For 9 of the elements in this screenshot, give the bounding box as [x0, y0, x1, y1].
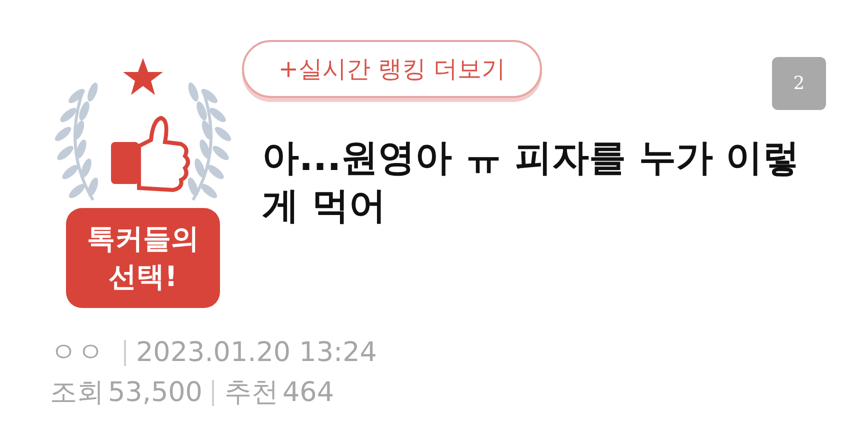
post-title: 아...원영아 ㅠ 피자를 누가 이렇게 먹어 — [262, 135, 801, 229]
author-name: ㅇㅇ — [50, 336, 104, 370]
likes-label: 추천 — [224, 376, 278, 410]
page-number: 2 — [772, 57, 826, 110]
likes-count: 464 — [282, 376, 334, 410]
post-date: 2023.01.20 13:24 — [136, 336, 377, 370]
views-label: 조회 — [50, 376, 104, 410]
views-count: 53,500 — [108, 376, 202, 410]
badge-label: 톡커들의 선택! — [66, 208, 220, 308]
